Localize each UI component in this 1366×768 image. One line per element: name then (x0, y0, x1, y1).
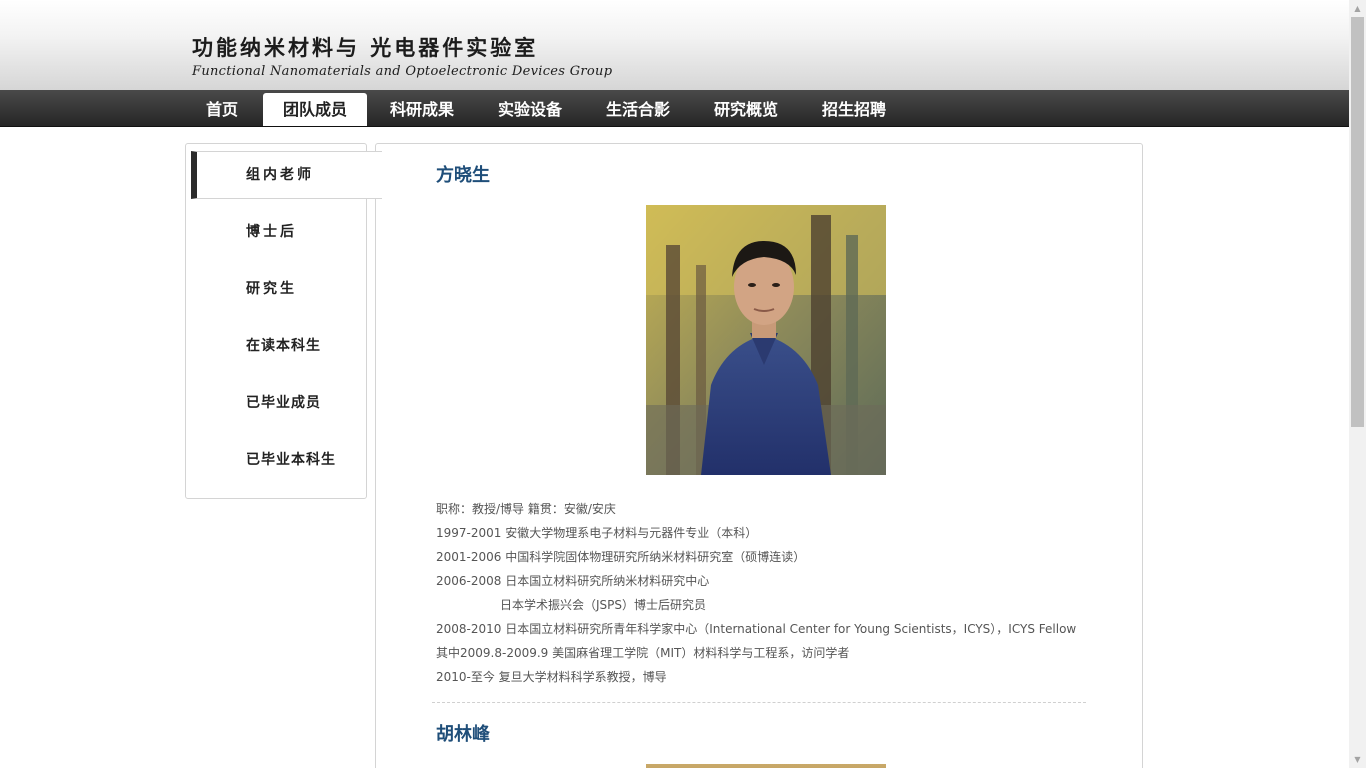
member-photo (646, 205, 886, 475)
portrait-image (646, 205, 886, 475)
bio-line: 其中2009.8-2009.9 美国麻省理工学院（MIT）材料科学与工程系，访问… (436, 646, 850, 660)
bio-line: 2001-2006 中国科学院固体物理研究所纳米材料研究室（硕博连读） (436, 550, 806, 564)
sidebar-item-faculty[interactable]: 组内老师 (191, 151, 382, 199)
bio-line: 2006-2008 日本国立材料研究所纳米材料研究中心 (436, 574, 710, 588)
member-name: 胡林峰 (436, 724, 490, 745)
sidebar-item-alumni-undergrad[interactable]: 已毕业本科生 (186, 436, 366, 484)
bio-line: 2010-至今 复旦大学材料科学系教授，博导 (436, 670, 667, 684)
sidebar-item-label: 组内老师 (246, 167, 314, 183)
sidebar-item-alumni[interactable]: 已毕业成员 (186, 379, 366, 427)
site-logo-title[interactable]: 功能纳米材料与 光电器件实验室 (192, 32, 538, 62)
sidebar-item-graduate[interactable]: 研究生 (186, 265, 366, 313)
nav-life-photos[interactable]: 生活合影 (591, 93, 685, 126)
member-content: 方晓生 职称：教授/博导 籍贯：安徽/安庆 1997-2001 安徽大学物理系电… (375, 143, 1143, 768)
bio-line: 1997-2001 安徽大学物理系电子材料与元器件专业（本科） (436, 526, 758, 540)
scroll-thumb[interactable] (1351, 17, 1364, 427)
bio-title-origin: 职称：教授/博导 籍贯：安徽/安庆 (436, 502, 616, 516)
nav-equipment[interactable]: 实验设备 (483, 93, 577, 126)
vertical-scrollbar[interactable]: ▲ ▼ (1349, 0, 1366, 768)
sidebar-item-undergrad[interactable]: 在读本科生 (186, 322, 366, 370)
site-logo-subtitle[interactable]: Functional Nanomaterials and Optoelectro… (192, 64, 612, 79)
scroll-down-arrow-icon[interactable]: ▼ (1349, 751, 1366, 768)
nav-research-results[interactable]: 科研成果 (375, 93, 469, 126)
member-divider (432, 702, 1086, 703)
sidebar-item-label: 在读本科生 (246, 338, 321, 354)
sidebar-item-label: 博士后 (246, 224, 297, 240)
sidebar-item-label: 研究生 (246, 281, 297, 297)
nav-team[interactable]: 团队成员 (263, 93, 367, 126)
nav-recruitment[interactable]: 招生招聘 (807, 93, 901, 126)
site-header: 功能纳米材料与 光电器件实验室 Functional Nanomaterials… (0, 0, 1349, 90)
sidebar-item-label: 已毕业成员 (246, 395, 321, 411)
sidebar: 组内老师 博士后 研究生 在读本科生 已毕业成员 已毕业本科生 (185, 143, 382, 499)
nav-home[interactable]: 首页 (191, 93, 253, 126)
sidebar-item-label: 已毕业本科生 (246, 452, 336, 468)
page: 功能纳米材料与 光电器件实验室 Functional Nanomaterials… (0, 0, 1349, 768)
bio-line: 2008-2010 日本国立材料研究所青年科学家中心（International… (436, 622, 1077, 636)
scroll-up-arrow-icon[interactable]: ▲ (1349, 0, 1366, 17)
sidebar-item-postdoc[interactable]: 博士后 (186, 208, 366, 256)
nav-research-overview[interactable]: 研究概览 (699, 93, 793, 126)
member-name: 方晓生 (436, 165, 490, 186)
bio-line: 日本学术振兴会（JSPS）博士后研究员 (500, 598, 707, 612)
main-nav: 首页 团队成员 科研成果 实验设备 生活合影 研究概览 招生招聘 (0, 90, 1349, 127)
member-photo (646, 764, 886, 768)
